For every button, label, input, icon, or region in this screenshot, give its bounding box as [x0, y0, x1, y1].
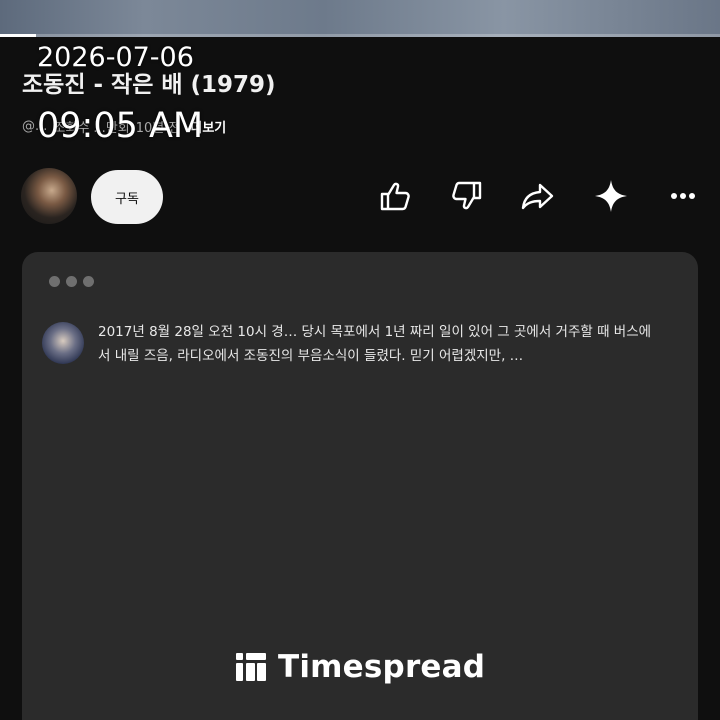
overlay-date: 2026-07-06: [37, 42, 194, 73]
video-title: 조동진 - 작은 배 (1979): [22, 72, 276, 98]
share-icon[interactable]: [518, 176, 558, 216]
video-progress-bar[interactable]: [0, 34, 720, 37]
brand-name: Timespread: [278, 649, 486, 685]
like-icon-graphic: [380, 182, 410, 211]
comment-text: 2017년 8월 28일 오전 10시 경… 당시 목포에서 1년 짜리 일이 …: [98, 324, 652, 364]
more-icon-graphic: [671, 193, 695, 199]
timespread-watermark: Timespread: [236, 648, 485, 686]
dot: [83, 276, 94, 287]
youtube-watch-screen: 2026-07-06 09:05 AM 조동진 - 작은 배 (1979) @.…: [0, 0, 720, 720]
more-icon[interactable]: [663, 176, 703, 216]
dot: [66, 276, 77, 287]
share-icon-graphic: [521, 183, 554, 210]
subscribe-button[interactable]: 구독: [91, 170, 163, 224]
dislike-icon-graphic: [452, 181, 482, 210]
channel-avatar[interactable]: [21, 168, 77, 224]
dislike-icon[interactable]: [447, 176, 487, 216]
commenter-avatar: [42, 322, 84, 364]
video-progress-fill: [0, 34, 36, 37]
dot: [49, 276, 60, 287]
like-icon[interactable]: [375, 176, 415, 216]
sparkle-icon[interactable]: [591, 176, 631, 216]
card-dots: [49, 276, 94, 287]
video-player[interactable]: [0, 0, 720, 37]
overlay-time: 09:05 AM: [37, 106, 204, 146]
timespread-logo-icon: [236, 653, 266, 681]
sparkle-icon-graphic: [595, 180, 627, 212]
